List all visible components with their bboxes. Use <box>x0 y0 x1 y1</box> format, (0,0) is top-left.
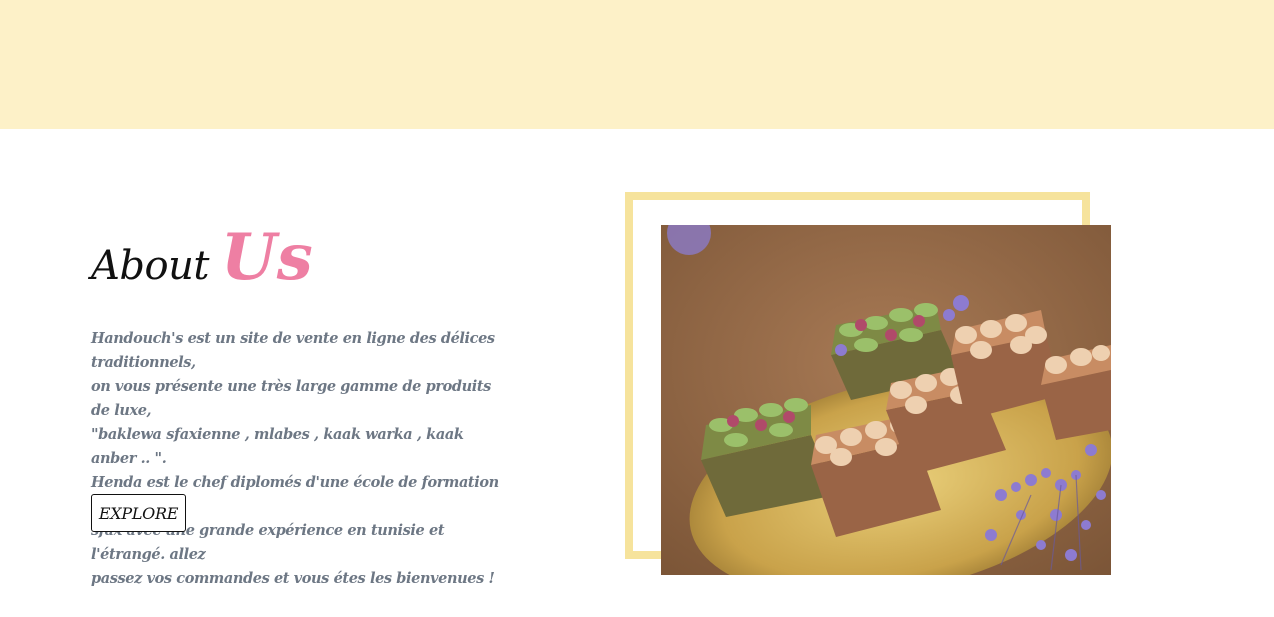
description-line: Handouch's est un site de vente en ligne… <box>91 330 495 371</box>
description-line: "baklewa sfaxienne , mlabes , kaak warka… <box>91 426 464 467</box>
about-title-word: About <box>91 243 209 289</box>
pastry-illustration <box>661 225 1111 575</box>
about-description: Handouch's est un site de vente en ligne… <box>91 327 501 591</box>
explore-button[interactable]: EXPLORE <box>91 494 186 532</box>
description-line: passez vos commandes et vous étes les bi… <box>91 570 495 587</box>
about-title: About Us <box>91 226 313 290</box>
pastry-photo <box>661 225 1111 575</box>
description-line: on vous présente une très large gamme de… <box>91 378 491 419</box>
about-title-accent: Us <box>220 220 313 295</box>
top-banner <box>0 0 1274 129</box>
